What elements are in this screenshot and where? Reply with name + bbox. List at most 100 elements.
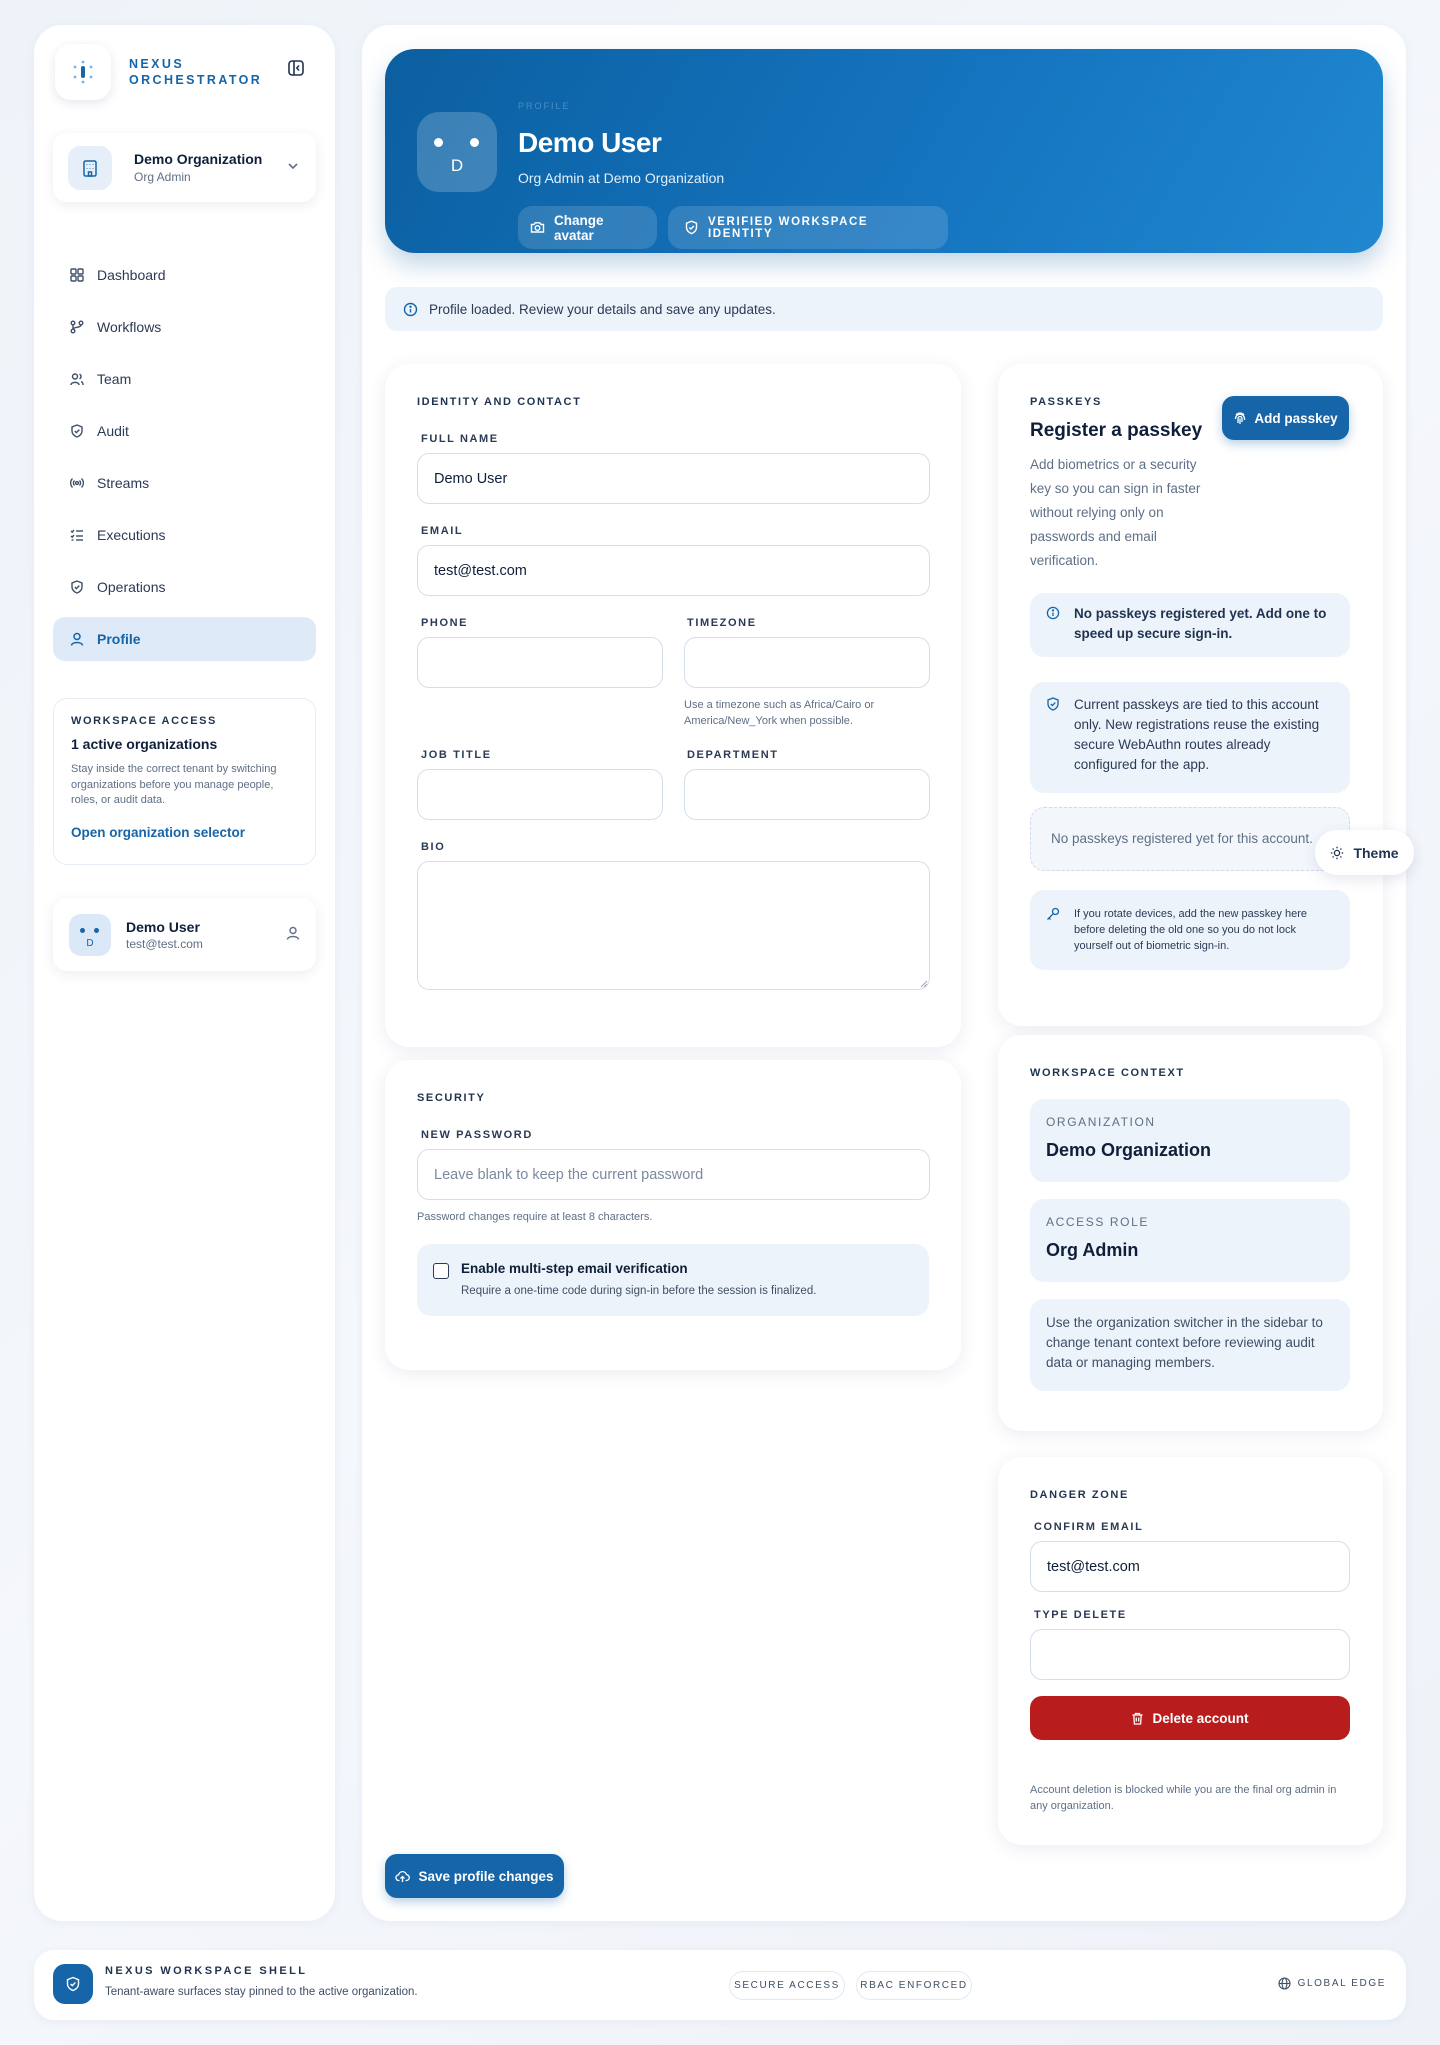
new-password-field[interactable]: Leave blank to keep the current password bbox=[417, 1149, 930, 1200]
context-note-text: Use the organization switcher in the sid… bbox=[1046, 1315, 1323, 1370]
workflow-icon bbox=[69, 319, 85, 335]
hero-eyebrow: PROFILE bbox=[518, 101, 571, 111]
context-organization: ORGANIZATION Demo Organization bbox=[1030, 1099, 1350, 1182]
global-edge-label: GLOBAL EDGE bbox=[1297, 1978, 1386, 1989]
sidebar-item-profile[interactable]: Profile bbox=[53, 617, 316, 661]
phone-label: PHONE bbox=[421, 617, 469, 629]
sun-icon bbox=[1330, 846, 1344, 860]
theme-toggle-button[interactable]: Theme bbox=[1315, 830, 1414, 875]
context-access-role: ACCESS ROLE Org Admin bbox=[1030, 1199, 1350, 1282]
job-title-field[interactable] bbox=[417, 769, 663, 820]
user-icon bbox=[69, 631, 85, 647]
open-org-selector-link[interactable]: Open organization selector bbox=[71, 825, 298, 840]
timezone-hint: Use a timezone such as Africa/Cairo or A… bbox=[684, 699, 875, 727]
sidebar-item-audit[interactable]: Audit bbox=[53, 409, 316, 453]
context-note: Use the organization switcher in the sid… bbox=[1030, 1299, 1350, 1391]
sidebar-item-streams[interactable]: Streams bbox=[53, 461, 316, 505]
user-icon bbox=[286, 926, 300, 945]
shield-icon bbox=[69, 579, 85, 595]
team-icon bbox=[69, 371, 85, 387]
chevron-down-icon bbox=[286, 159, 300, 178]
avatar: D bbox=[417, 112, 497, 192]
bio-textarea[interactable] bbox=[417, 861, 930, 990]
org-switcher[interactable]: Demo Organization Org Admin bbox=[53, 133, 316, 202]
shield-check-icon bbox=[684, 220, 699, 235]
sidebar-item-label: Operations bbox=[97, 579, 166, 595]
collapse-sidebar-icon[interactable] bbox=[284, 56, 308, 80]
delete-account-button[interactable]: Delete account bbox=[1030, 1696, 1350, 1740]
passkey-rotate-text: If you rotate devices, add the new passk… bbox=[1074, 908, 1307, 952]
status-notice: Profile loaded. Review your details and … bbox=[385, 287, 1383, 331]
email-field[interactable]: test@test.com bbox=[417, 545, 930, 596]
sidebar-item-dashboard[interactable]: Dashboard bbox=[53, 253, 316, 297]
department-field[interactable] bbox=[684, 769, 930, 820]
workspace-context-card: WORKSPACE CONTEXT ORGANIZATION Demo Orga… bbox=[998, 1035, 1383, 1431]
verified-identity-badge: VERIFIED WORKSPACE IDENTITY bbox=[668, 206, 948, 249]
workspace-access-label: WORKSPACE ACCESS bbox=[71, 715, 217, 727]
building-icon bbox=[68, 145, 112, 190]
save-profile-button[interactable]: Save profile changes bbox=[385, 1854, 564, 1898]
brand-logo-icon bbox=[55, 44, 111, 100]
info-icon bbox=[403, 302, 418, 317]
workspace-access-card: WORKSPACE ACCESS 1 active organizations … bbox=[53, 698, 316, 865]
phone-field[interactable] bbox=[417, 637, 663, 688]
fingerprint-icon bbox=[1233, 411, 1247, 425]
brand-name-line1: NEXUS bbox=[129, 57, 185, 71]
mfa-checkbox[interactable] bbox=[433, 1263, 449, 1279]
no-passkeys-notice: No passkeys registered yet. Add one to s… bbox=[1030, 593, 1350, 657]
full-name-field[interactable]: Demo User bbox=[417, 453, 930, 504]
confirm-email-field[interactable]: test@test.com bbox=[1030, 1541, 1350, 1592]
list-check-icon bbox=[69, 527, 85, 543]
footer: NEXUS WORKSPACE SHELL Tenant-aware surfa… bbox=[34, 1950, 1406, 2020]
brand-name: NEXUS ORCHESTRATOR bbox=[129, 56, 269, 88]
timezone-field[interactable] bbox=[684, 637, 930, 688]
brand: NEXUS ORCHESTRATOR bbox=[55, 44, 269, 100]
current-user-name: Demo User bbox=[126, 918, 200, 935]
delete-account-note: Account deletion is blocked while you ar… bbox=[1030, 1784, 1337, 1812]
delete-account-label: Delete account bbox=[1152, 1710, 1249, 1726]
sidebar-item-operations[interactable]: Operations bbox=[53, 565, 316, 609]
job-title-label: JOB TITLE bbox=[421, 749, 492, 761]
full-name-label: FULL NAME bbox=[421, 433, 499, 445]
department-label: DEPARTMENT bbox=[687, 749, 779, 761]
current-user-email: test@test.com bbox=[126, 936, 203, 951]
org-name: Demo Organization bbox=[134, 151, 263, 167]
danger-zone-card: DANGER ZONE CONFIRM EMAIL test@test.com … bbox=[998, 1457, 1383, 1845]
sidebar-item-label: Profile bbox=[97, 631, 141, 647]
change-avatar-label: Change avatar bbox=[554, 212, 604, 243]
passkeys-section-title: PASSKEYS bbox=[1030, 396, 1102, 408]
status-notice-text: Profile loaded. Review your details and … bbox=[429, 301, 776, 317]
avatar: D bbox=[69, 913, 111, 956]
change-avatar-button[interactable]: Change avatar bbox=[518, 206, 657, 249]
save-profile-label: Save profile changes bbox=[418, 1868, 554, 1884]
mfa-option[interactable]: Enable multi-step email verification Req… bbox=[417, 1244, 929, 1316]
org-role: Org Admin bbox=[134, 170, 191, 184]
globe-icon bbox=[1278, 1977, 1291, 1990]
danger-zone-title: DANGER ZONE bbox=[1030, 1489, 1129, 1501]
sidebar-item-label: Workflows bbox=[97, 319, 162, 335]
type-delete-field[interactable] bbox=[1030, 1629, 1350, 1680]
current-user-card[interactable]: D Demo User test@test.com bbox=[53, 898, 316, 971]
context-organization-value: Demo Organization bbox=[1046, 1140, 1212, 1160]
avatar-initial: D bbox=[86, 937, 94, 949]
password-hint: Password changes require at least 8 char… bbox=[417, 1211, 653, 1223]
passkeys-card: PASSKEYS Add passkey Register a passkey … bbox=[998, 364, 1383, 1026]
avatar-initial: D bbox=[450, 156, 464, 175]
sidebar-item-executions[interactable]: Executions bbox=[53, 513, 316, 557]
radio-icon bbox=[69, 475, 85, 491]
new-password-label: NEW PASSWORD bbox=[421, 1129, 533, 1141]
brand-name-line2: ORCHESTRATOR bbox=[129, 73, 263, 87]
profile-hero: D PROFILE Demo User Org Admin at Demo Or… bbox=[385, 49, 1383, 253]
add-passkey-button[interactable]: Add passkey bbox=[1222, 396, 1349, 440]
rbac-enforced-badge: RBAC ENFORCED bbox=[856, 1971, 972, 2000]
resize-handle-icon[interactable] bbox=[920, 980, 928, 988]
info-icon bbox=[1046, 606, 1060, 620]
secure-access-badge: SECURE ACCESS bbox=[729, 1971, 845, 2000]
passkey-rotate-tip: If you rotate devices, add the new passk… bbox=[1030, 890, 1350, 970]
security-section-title: SECURITY bbox=[417, 1092, 486, 1104]
sidebar-item-team[interactable]: Team bbox=[53, 357, 316, 401]
hero-subtitle: Org Admin at Demo Organization bbox=[518, 170, 725, 186]
sidebar-item-workflows[interactable]: Workflows bbox=[53, 305, 316, 349]
bio-label: BIO bbox=[421, 841, 446, 853]
timezone-label: TIMEZONE bbox=[687, 617, 757, 629]
